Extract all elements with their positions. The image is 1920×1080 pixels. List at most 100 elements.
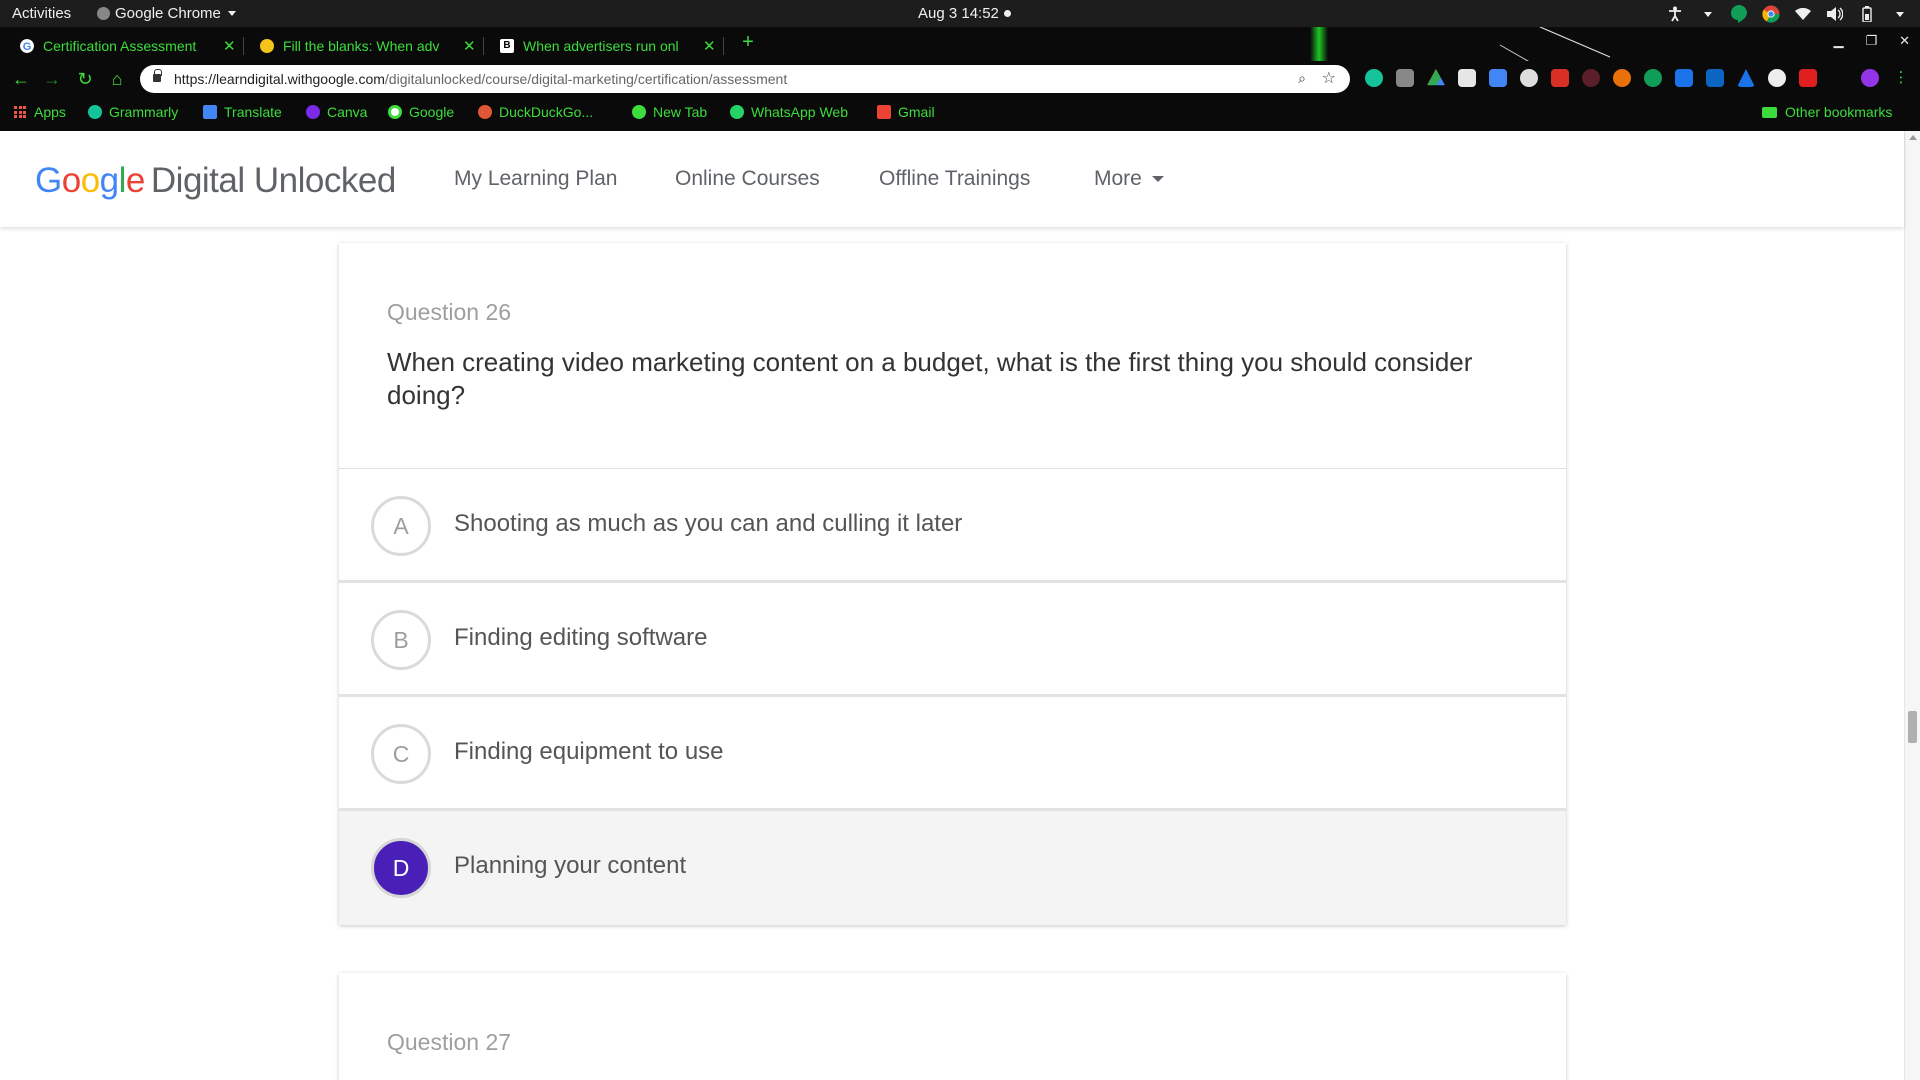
theme-background-art <box>1310 27 1611 61</box>
svg-text:G: G <box>23 41 32 53</box>
bookmark-grammarly[interactable]: Grammarly <box>88 104 178 120</box>
spacer <box>1830 69 1848 87</box>
chrome-tray-icon[interactable] <box>1762 5 1780 23</box>
folder-icon <box>1762 106 1777 118</box>
bookmark-duckduckgo[interactable]: DuckDuckGo... <box>478 104 593 120</box>
wifi-icon[interactable] <box>1794 5 1812 23</box>
bookmark-label: Gmail <box>898 104 935 120</box>
grammarly-extension-icon[interactable] <box>1365 69 1383 87</box>
site-header: Google Digital Unlocked My Learning Plan … <box>0 131 1904 227</box>
app-menu[interactable]: Google Chrome <box>97 5 236 22</box>
nav-my-learning-plan[interactable]: My Learning Plan <box>454 167 617 191</box>
nav-offline-trainings[interactable]: Offline Trainings <box>879 167 1030 191</box>
window-controls: ▁ ❐ ✕ <box>1833 33 1910 49</box>
bookmark-label: New Tab <box>653 104 708 120</box>
bookmark-apps[interactable]: Apps <box>14 104 66 120</box>
hangouts-extension-icon[interactable] <box>1644 69 1662 87</box>
close-icon[interactable]: ✕ <box>223 37 236 55</box>
tab-certification-assessment[interactable]: G Certification Assessment ✕ <box>0 31 236 61</box>
pocket-extension-icon[interactable] <box>1551 69 1569 87</box>
scroll-up-arrow-icon[interactable] <box>1909 135 1917 140</box>
system-tray[interactable] <box>1666 3 1908 25</box>
tab-title: When advertisers run onl <box>523 38 679 54</box>
google-icon: G <box>20 39 34 53</box>
linkedin-extension-icon[interactable] <box>1706 69 1724 87</box>
hangouts-icon[interactable] <box>1730 5 1748 23</box>
youtube-extension-icon[interactable] <box>1799 69 1817 87</box>
battery-icon[interactable] <box>1858 5 1876 23</box>
mail-extension-icon[interactable] <box>1458 69 1476 87</box>
site-logo[interactable]: Google Digital Unlocked <box>35 161 396 201</box>
forward-arrow-icon[interactable]: → <box>42 69 62 89</box>
other-bookmarks-label: Other bookmarks <box>1785 104 1893 120</box>
logo-google: Google <box>35 161 145 200</box>
google-drive-extension-icon[interactable] <box>1427 69 1445 86</box>
home-icon[interactable]: ⌂ <box>107 69 127 89</box>
bookmark-google[interactable]: Google <box>388 104 454 120</box>
profile-avatar-icon[interactable] <box>1861 69 1879 87</box>
question-card: Question 26 When creating video marketin… <box>339 243 1566 925</box>
nav-more[interactable]: More <box>1094 167 1164 191</box>
s-extension-icon[interactable] <box>1675 69 1693 87</box>
bookmark-whatsapp[interactable]: WhatsApp Web <box>730 104 848 120</box>
close-window-icon[interactable]: ✕ <box>1899 33 1910 49</box>
option-text: Planning your content <box>454 852 687 879</box>
chevron-down-icon[interactable] <box>1698 5 1716 23</box>
tab-fill-the-blanks[interactable]: Fill the blanks: When adv ✕ <box>240 31 476 61</box>
k-extension-icon[interactable] <box>1582 69 1600 87</box>
tab-divider <box>723 37 724 55</box>
screencastify-extension-icon[interactable] <box>1396 69 1414 87</box>
other-bookmarks[interactable]: Other bookmarks <box>1762 104 1892 120</box>
bookmark-label: Apps <box>34 104 66 120</box>
minimize-icon[interactable]: ▁ <box>1833 33 1843 49</box>
logo-product-name: Digital Unlocked <box>150 161 396 200</box>
page-scrollbar[interactable] <box>1904 131 1920 1080</box>
google-icon <box>388 105 402 119</box>
answer-option-b[interactable]: B Finding editing software <box>339 583 1566 697</box>
answer-option-a[interactable]: A Shooting as much as you can and cullin… <box>339 469 1566 583</box>
extensions-row: ⋮ <box>1365 69 1910 87</box>
url-text[interactable]: https://learndigital.withgoogle.com/digi… <box>174 71 787 87</box>
new-tab-button[interactable]: + <box>737 31 759 53</box>
bookmark-label: Google <box>409 104 455 120</box>
reload-icon[interactable]: ↻ <box>75 69 95 89</box>
close-icon[interactable]: ✕ <box>463 37 476 55</box>
duckduckgo-icon <box>478 105 492 119</box>
bookmark-label: Canva <box>327 104 368 120</box>
browser-tab-strip: G Certification Assessment ✕ Fill the bl… <box>0 27 1920 61</box>
bookmark-star-icon[interactable]: ☆ <box>1322 68 1336 88</box>
menu-kebab-icon[interactable]: ⋮ <box>1892 69 1910 87</box>
bookmark-new-tab[interactable]: New Tab <box>632 104 707 120</box>
address-bar[interactable]: https://learndigital.withgoogle.com/digi… <box>140 65 1350 93</box>
back-arrow-icon[interactable]: ← <box>11 69 31 89</box>
answer-option-c[interactable]: C Finding equipment to use <box>339 697 1566 811</box>
speed-extension-icon[interactable] <box>1520 69 1538 87</box>
restore-icon[interactable]: ❐ <box>1865 33 1877 49</box>
answer-option-d[interactable]: D Planning your content <box>339 811 1566 925</box>
bookmark-canva[interactable]: Canva <box>306 104 367 120</box>
close-icon[interactable]: ✕ <box>703 37 716 55</box>
chevron-down-icon[interactable] <box>1890 5 1908 23</box>
option-letter-badge: A <box>371 496 431 556</box>
question-card: Question 27 <box>339 973 1566 1080</box>
calendar-extension-icon[interactable] <box>1489 69 1507 87</box>
nav-online-courses[interactable]: Online Courses <box>675 167 820 191</box>
question-text: When creating video marketing content on… <box>387 347 1473 410</box>
zoom-icon[interactable]: ⌕ <box>1298 70 1306 87</box>
clock[interactable]: Aug 3 14:52 <box>918 5 1011 22</box>
triangle-extension-icon[interactable] <box>1737 69 1755 87</box>
scrollbar-thumb[interactable] <box>1908 711 1917 743</box>
clock-extension-icon[interactable] <box>1768 69 1786 87</box>
question-header: Question 26 When creating video marketin… <box>339 243 1566 469</box>
accessibility-icon[interactable] <box>1666 5 1684 23</box>
bookmark-translate[interactable]: Translate <box>203 104 282 120</box>
tab-when-advertisers[interactable]: B When advertisers run onl ✕ <box>480 31 716 61</box>
tab-title: Certification Assessment <box>43 38 197 54</box>
whatsapp-icon <box>730 105 744 119</box>
b-extension-icon[interactable] <box>1613 69 1631 87</box>
activities-button[interactable]: Activities <box>12 5 71 22</box>
bookmark-gmail[interactable]: Gmail <box>877 104 935 120</box>
volume-icon[interactable] <box>1826 5 1844 23</box>
notification-dot-icon <box>1003 10 1011 17</box>
translate-icon <box>203 105 217 119</box>
